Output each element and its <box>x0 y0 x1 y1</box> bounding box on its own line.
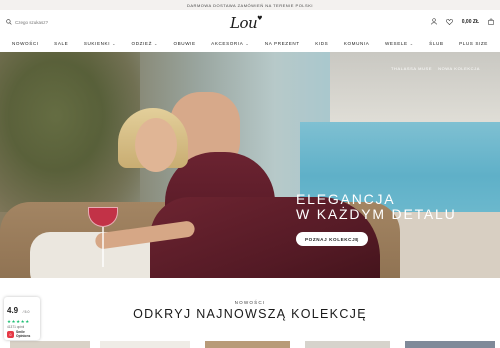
breadcrumb-collection[interactable]: THALASSA MUSE <box>391 66 432 71</box>
breadcrumb-new[interactable]: NOWA KOLEKCJA <box>438 66 480 71</box>
site-header: Lou♥ 0,00 ZŁ <box>0 10 500 36</box>
new-arrivals-section: NOWOŚCI ODKRYJ NAJNOWSZĄ KOLEKCJĘ <box>0 300 500 321</box>
logo-text: Lou <box>230 14 258 32</box>
nav-item-nowości[interactable]: NOWOŚCI <box>12 41 39 46</box>
nav-item-sukienki[interactable]: SUKIENKI ⌄ <box>84 41 116 46</box>
nav-item-label: SUKIENKI <box>83 40 111 46</box>
product-card[interactable] <box>405 341 495 348</box>
section-title: ODKRYJ NAJNOWSZĄ KOLEKCJĘ <box>133 307 367 321</box>
chevron-down-icon: ⌄ <box>153 40 158 46</box>
nav-item-label: AKCESORIA <box>211 40 244 46</box>
hero-model-face <box>135 118 177 172</box>
nav-item-label: PLUS SIZE <box>459 40 488 46</box>
cart-total[interactable]: 0,00 ZŁ <box>462 19 479 25</box>
nav-item-na-prezent[interactable]: NA PREZENT <box>265 41 300 46</box>
star-icon: ★ <box>11 319 16 324</box>
nav-item-label: NOWOŚCI <box>12 40 39 46</box>
header-icons: 0,00 ZŁ <box>431 18 494 25</box>
rating-widget[interactable]: 4.9 / 5.0 ★ ★ ★ ★ ★ 41371 opinii ☺ Smile Opi… <box>4 297 40 340</box>
rating-brand: ☺ Smile Opinions <box>7 330 37 339</box>
star-icon: ★ <box>7 319 12 324</box>
hero-banner[interactable]: THALASSA MUSE NOWA KOLEKCJA ELEGANCJA W … <box>0 52 500 278</box>
nav-item-label: NA PREZENT <box>264 40 300 46</box>
hero-title-line1: ELEGANCJA <box>296 191 396 207</box>
user-icon[interactable] <box>431 18 437 25</box>
product-carousel <box>0 341 500 348</box>
explore-collection-button[interactable]: POZNAJ KOLEKCJĘ <box>296 232 368 246</box>
brand-line2: Opinions <box>16 333 31 338</box>
chevron-down-icon: ⌄ <box>245 40 250 46</box>
product-card[interactable] <box>10 341 90 348</box>
main-nav: NOWOŚCI SALE SUKIENKI ⌄ ODZIEŻ ⌄ OBUWIE AKCESOR… <box>0 36 500 50</box>
nav-item-komunia[interactable]: KOMUNIA <box>344 41 370 46</box>
nav-item-label: KIDS <box>315 40 329 46</box>
search-input[interactable] <box>15 19 75 25</box>
product-card[interactable] <box>205 341 290 348</box>
hero-background-wall <box>330 52 500 124</box>
chevron-down-icon: ⌄ <box>409 40 414 46</box>
nav-item-plus-size[interactable]: PLUS SIZE <box>459 41 488 46</box>
nav-item-label: WESELE <box>384 40 408 46</box>
search-icon[interactable] <box>6 19 12 25</box>
nav-item-label: OBUWIE <box>173 40 196 46</box>
heart-logo-icon: ♥ <box>257 15 263 22</box>
rating-max: / 5.0 <box>22 310 30 314</box>
section-eyebrow: NOWOŚCI <box>234 300 266 305</box>
nav-item-akcesoria[interactable]: AKCESORIA ⌄ <box>211 41 249 46</box>
nav-item-label: ŚLUB <box>429 40 444 46</box>
chevron-down-icon: ⌄ <box>112 40 117 46</box>
nav-item-label: SALE <box>54 40 69 46</box>
logo[interactable]: Lou♥ <box>230 14 263 32</box>
announcement-text: DARMOWA DOSTAWA ZAMÓWIEŃ NA TERENIE POLS… <box>187 2 313 8</box>
nav-item-wesele[interactable]: WESELE ⌄ <box>385 41 414 46</box>
cart-icon[interactable] <box>488 18 494 25</box>
nav-item-kids[interactable]: KIDS <box>315 41 328 46</box>
rating-count: 41371 opinii <box>7 325 25 329</box>
rating-score: 4.9 <box>7 306 19 315</box>
nav-item-sale[interactable]: SALE <box>54 41 68 46</box>
star-icon: ★ <box>16 319 21 324</box>
product-card[interactable] <box>305 341 390 348</box>
hero-title-line2: W KAŻDYM DETALU <box>296 206 457 222</box>
smile-brand-icon: ☺ <box>7 331 14 339</box>
nav-item-odzież[interactable]: ODZIEŻ ⌄ <box>132 41 158 46</box>
rating-stars: ★ ★ ★ ★ ★ <box>7 319 37 324</box>
hero-breadcrumbs: THALASSA MUSE NOWA KOLEKCJA <box>391 66 480 71</box>
announcement-bar: DARMOWA DOSTAWA ZAMÓWIEŃ NA TERENIE POLS… <box>0 0 500 10</box>
hero-title: ELEGANCJA W KAŻDYM DETALU <box>296 192 457 222</box>
nav-item-ślub[interactable]: ŚLUB <box>429 41 443 46</box>
star-icon: ★ <box>20 319 25 324</box>
star-icon: ★ <box>25 319 30 324</box>
product-card[interactable] <box>100 341 190 348</box>
heart-icon[interactable] <box>445 18 453 25</box>
nav-item-label: ODZIEŻ <box>131 40 152 46</box>
nav-item-obuwie[interactable]: OBUWIE <box>173 41 195 46</box>
search-box[interactable] <box>6 19 75 25</box>
nav-item-label: KOMUNIA <box>343 40 370 46</box>
hero-glass-stem <box>102 227 104 267</box>
